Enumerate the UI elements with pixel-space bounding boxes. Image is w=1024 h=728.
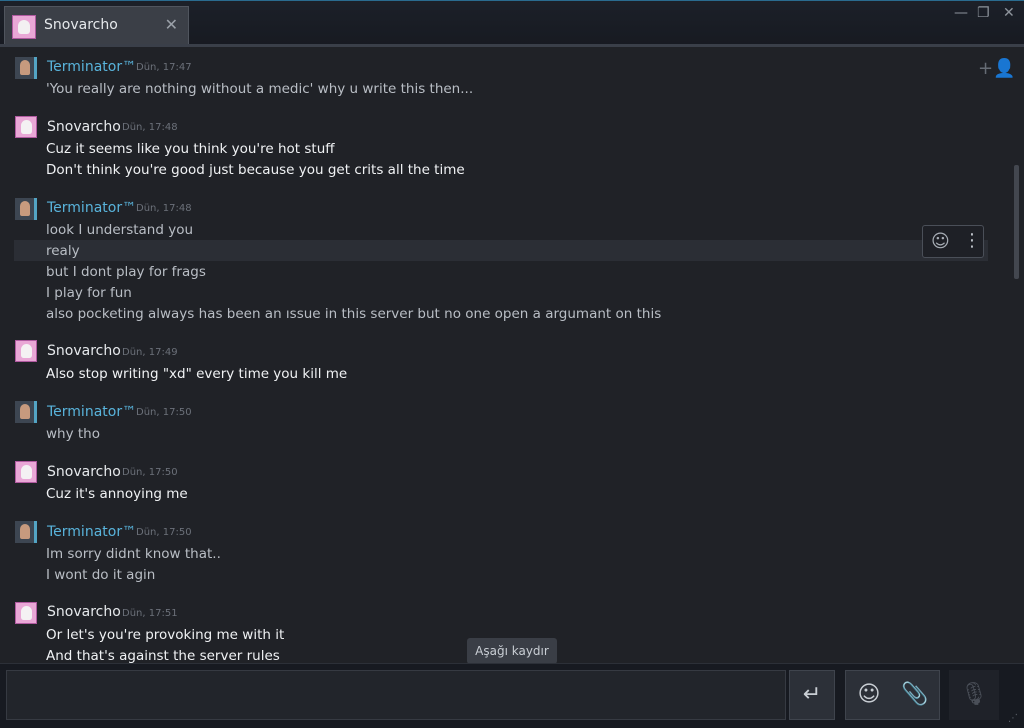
timestamp: Dün, 17:48 bbox=[122, 122, 178, 133]
avatar-terminator[interactable] bbox=[15, 401, 37, 423]
window-close-button[interactable]: ✕ bbox=[1003, 5, 1015, 21]
title-bar: Snovarcho ✕ — ❐ ✕ bbox=[0, 0, 1024, 46]
resize-grip-icon[interactable]: ⋰ bbox=[1008, 713, 1018, 724]
message-line: look I understand you bbox=[46, 222, 194, 238]
scroll-down-button[interactable]: Aşağı kaydır bbox=[467, 638, 557, 664]
message-input[interactable] bbox=[6, 670, 786, 720]
author-name[interactable]: Snovarcho bbox=[47, 119, 121, 135]
composer-bar: ↵ ☺ 📎 🎙 ⋰ bbox=[0, 663, 1024, 728]
avatar-snovarcho[interactable] bbox=[15, 116, 37, 138]
author-name[interactable]: Terminator™ bbox=[47, 404, 136, 420]
tab-close-icon[interactable]: ✕ bbox=[165, 15, 178, 34]
author-name[interactable]: Snovarcho bbox=[47, 464, 121, 480]
avatar-terminator[interactable] bbox=[15, 521, 37, 543]
message-line: Cuz it seems like you think you're hot s… bbox=[46, 141, 335, 157]
timestamp: Dün, 17:51 bbox=[122, 608, 178, 619]
message-line: why tho bbox=[46, 426, 100, 442]
avatar-snovarcho[interactable] bbox=[15, 461, 37, 483]
message-line: And that's against the server rules bbox=[46, 648, 280, 664]
maximize-button[interactable]: ❐ bbox=[977, 5, 990, 21]
author-name[interactable]: Snovarcho bbox=[47, 343, 121, 359]
message-line: Im sorry didnt know that.. bbox=[46, 546, 221, 562]
timestamp: Dün, 17:50 bbox=[136, 407, 192, 418]
avatar-terminator[interactable] bbox=[15, 198, 37, 220]
message-line: Cuz it's annoying me bbox=[46, 486, 188, 502]
add-friend-icon[interactable]: +👤 bbox=[978, 58, 1016, 79]
avatar-terminator[interactable] bbox=[15, 57, 37, 79]
message-line: Also stop writing "xd" every time you ki… bbox=[46, 366, 348, 382]
send-icon[interactable]: ↵ bbox=[789, 670, 835, 720]
more-options-icon[interactable]: ⋮ bbox=[963, 230, 981, 251]
timestamp: Dün, 17:50 bbox=[122, 467, 178, 478]
composer-tools: ☺ 📎 bbox=[845, 670, 940, 720]
message-line: Or let's you're provoking me with it bbox=[46, 627, 285, 643]
timestamp: Dün, 17:48 bbox=[136, 203, 192, 214]
scrollbar-thumb[interactable] bbox=[1014, 165, 1019, 279]
message-line: Don't think you're good just because you… bbox=[46, 162, 465, 178]
message-actions: ☺ ⋮ bbox=[922, 225, 984, 258]
author-name[interactable]: Terminator™ bbox=[47, 524, 136, 540]
emoji-icon[interactable]: ☺ bbox=[846, 671, 892, 719]
tab-title: Snovarcho bbox=[44, 17, 118, 33]
hovered-line-highlight bbox=[14, 240, 988, 261]
timestamp: Dün, 17:49 bbox=[122, 347, 178, 358]
timestamp: Dün, 17:50 bbox=[136, 527, 192, 538]
timestamp: Dün, 17:47 bbox=[136, 62, 192, 73]
message-line: 'You really are nothing without a medic'… bbox=[46, 81, 474, 97]
attachment-icon[interactable]: 📎 bbox=[892, 671, 938, 719]
author-name[interactable]: Terminator™ bbox=[47, 59, 136, 75]
message-line: also pocketing always has been an ıssue … bbox=[46, 306, 662, 322]
message-line: realy bbox=[46, 243, 80, 259]
avatar-snovarcho[interactable] bbox=[15, 602, 37, 624]
avatar-snovarcho[interactable] bbox=[15, 340, 37, 362]
message-line: I wont do it agin bbox=[46, 567, 156, 583]
minimize-button[interactable]: — bbox=[954, 5, 968, 21]
add-reaction-icon[interactable]: ☺ bbox=[931, 231, 950, 252]
message-line: but I dont play for frags bbox=[46, 264, 206, 280]
chat-tab[interactable]: Snovarcho ✕ bbox=[4, 6, 189, 46]
message-line: I play for fun bbox=[46, 285, 132, 301]
microphone-icon[interactable]: 🎙 bbox=[949, 670, 999, 720]
author-name[interactable]: Snovarcho bbox=[47, 604, 121, 620]
author-name[interactable]: Terminator™ bbox=[47, 200, 136, 216]
tab-avatar bbox=[12, 15, 36, 39]
